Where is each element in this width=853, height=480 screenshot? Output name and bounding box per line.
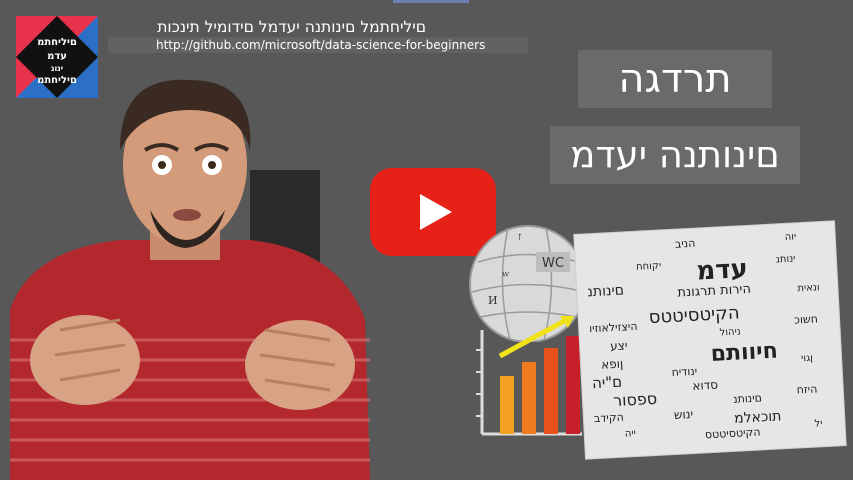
cloud-word: ןופא (600, 356, 624, 372)
heading-data-science: םינותנה יעדמ (550, 126, 800, 184)
word-cloud-image: הניב עדמ םינותנ הירות תרגונת הקיטסיטטס ה… (574, 221, 846, 459)
cloud-word: ינוש (673, 406, 694, 422)
cloud-word: ם"יה (591, 372, 623, 393)
cloud-word: הקידב (593, 410, 625, 426)
cloud-word: ינודיח (671, 364, 698, 380)
cloud-word: יל (814, 418, 823, 430)
cloud-word: היצזילאוזיו (588, 319, 638, 336)
globe-label-wc: WC (542, 256, 564, 271)
cloud-word: סדוא (692, 377, 719, 393)
cloud-word: הירות תרגונת (677, 281, 752, 301)
cloud-word: יקוחח (635, 260, 662, 273)
cloud-word: ספסור (612, 388, 658, 411)
cloud-word: ןגוי (800, 352, 814, 365)
cloud-word: ניהול (719, 326, 742, 339)
logo-line-1: םיליחתמ (37, 37, 77, 48)
presenter-image (10, 79, 370, 480)
cloud-word: יצע (609, 338, 628, 354)
cloud-word: יוה (784, 231, 797, 243)
cloud-word: תוכאלמ (733, 408, 782, 427)
cloud-word: היזח (796, 382, 818, 397)
cloud-word: חיוותם (710, 338, 779, 367)
cloud-word: הקיטסיטטס (704, 425, 761, 442)
heading-definition: תרדגה (578, 50, 772, 108)
globe-label-4: И (488, 294, 498, 307)
cloud-word: ינותנ (775, 253, 796, 266)
top-accent-bar (393, 0, 469, 3)
heading-definition-text: תרדגה (618, 56, 732, 102)
repo-url[interactable]: http://github.com/microsoft/data-science… (156, 37, 485, 53)
cloud-word: םינותנ (586, 282, 625, 301)
cloud-word: הקיטסיטטס (648, 302, 741, 329)
cloud-word: םינותנ (732, 391, 763, 406)
cloud-word: ונאית (797, 282, 820, 295)
cloud-word: ייה (624, 428, 637, 440)
video-title[interactable]: םיליחתמל םינותנה יעדמל םידומיל תינכות (108, 16, 426, 38)
globe-label-2: ז (518, 230, 521, 243)
bar-chart-icon (476, 316, 582, 436)
logo-line-2: עדמ (47, 51, 67, 62)
cloud-word: חשוכ (793, 312, 819, 327)
heading-data-science-text: םינותנה יעדמ (570, 133, 780, 176)
cloud-word: הניב (674, 236, 696, 251)
globe-label-3: ᵂ (502, 270, 510, 283)
